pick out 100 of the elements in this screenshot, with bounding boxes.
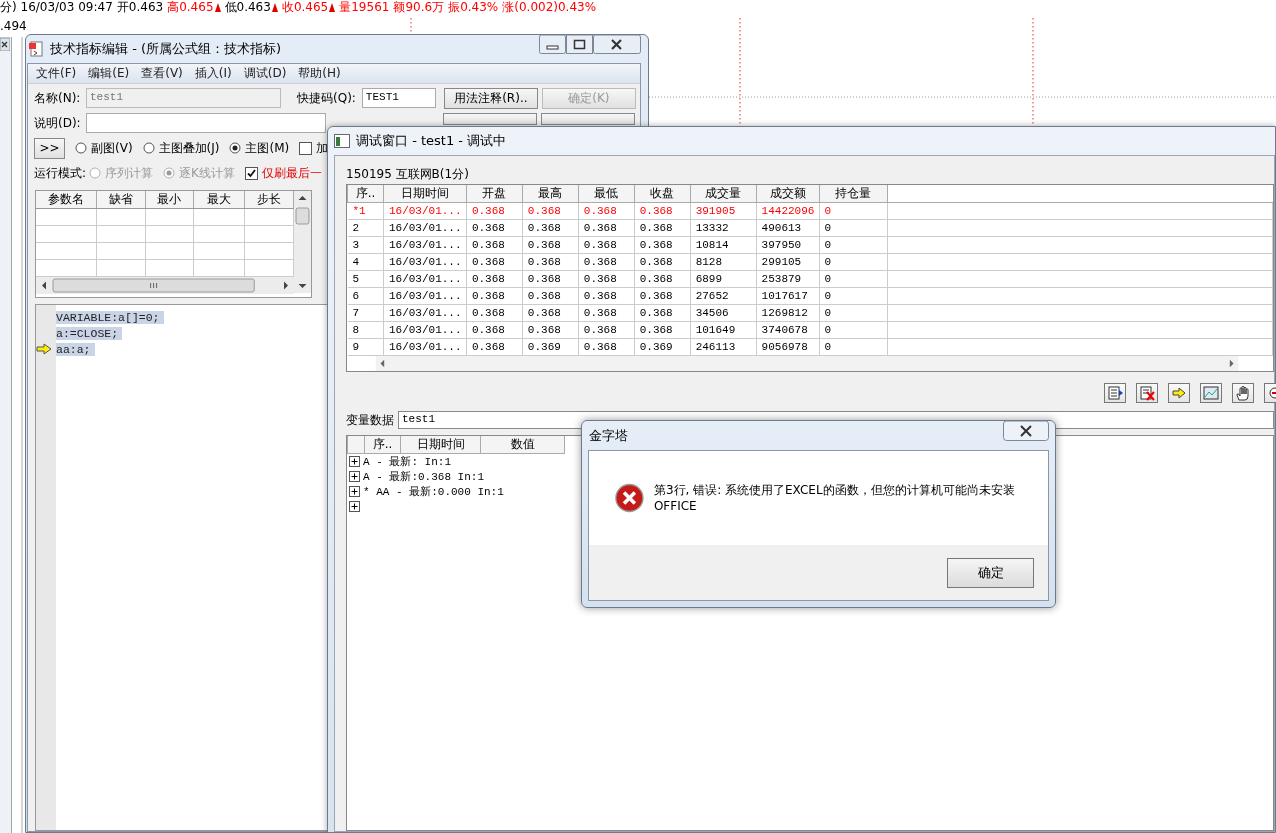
table-cell: 397950 <box>756 236 820 254</box>
table-cell: 0.368 <box>634 236 691 254</box>
variable-row-text: A - 最新:0.368 In:1 <box>363 470 485 484</box>
radio-label: 逐K线计算 <box>179 164 235 182</box>
table-cell: 0.368 <box>522 236 579 254</box>
table-cell: 0.368 <box>578 270 635 288</box>
quote-text: 振0.43% <box>448 0 499 16</box>
table-cell: 0.368 <box>634 304 691 322</box>
table-cell: 0 <box>819 202 888 220</box>
table-cell: 0 <box>819 321 888 339</box>
menu-item[interactable]: 文件(F) <box>30 65 83 82</box>
column-header[interactable]: 成交额 <box>756 185 820 203</box>
table-cell: 8128 <box>690 253 757 271</box>
error-message: 第3行, 错误: 系统使用了EXCEL的函数，但您的计算机可能尚未安装OFFICE <box>653 482 1016 514</box>
table-cell: 0.368 <box>578 219 635 237</box>
table-cell: 9056978 <box>756 338 820 356</box>
quote-text: 额90.6万 <box>393 0 445 16</box>
table-cell: 2 <box>347 219 384 237</box>
table-cell: 0.368 <box>634 287 691 305</box>
table-cell: 0.368 <box>522 321 579 339</box>
table-cell: 0.368 <box>466 321 523 339</box>
table-cell: 0.368 <box>634 253 691 271</box>
column-header: 步长 <box>244 191 294 209</box>
table-cell: 16/03/01... <box>383 321 467 339</box>
table-cell: 0.368 <box>466 236 523 254</box>
column-header[interactable]: 成交量 <box>690 185 757 203</box>
table-cell: 16/03/01... <box>383 304 467 322</box>
window-title: 调试窗口 - test1 - 调试中 <box>356 132 507 150</box>
table-cell: 0.368 <box>578 321 635 339</box>
variable-row-text: * AA - 最新:0.000 In:1 <box>363 485 504 499</box>
table-cell: 0.368 <box>522 219 579 237</box>
quote-text: 高0.465 <box>167 0 214 16</box>
table-cell: 0.368 <box>578 236 635 254</box>
radio-label: 副图(V) <box>91 139 133 157</box>
table-cell: 16/03/01... <box>383 287 467 305</box>
table-cell: 8 <box>347 321 384 339</box>
table-cell: 0.368 <box>466 338 523 356</box>
field-label: 变量数据 <box>346 411 394 429</box>
table-cell: 3 <box>347 236 384 254</box>
table-cell: 14422096 <box>756 202 820 220</box>
table-cell: 16/03/01... <box>383 202 467 220</box>
table-cell: 1017617 <box>756 287 820 305</box>
name-field[interactable]: test1 <box>86 88 281 108</box>
table-cell: 0 <box>819 236 888 254</box>
table-cell: 0.368 <box>634 219 691 237</box>
menu-item[interactable]: 编辑(E) <box>82 65 136 82</box>
table-cell: 0.368 <box>466 304 523 322</box>
table-cell: 16/03/01... <box>383 270 467 288</box>
table-cell: 0.368 <box>466 253 523 271</box>
expand-button[interactable]: >> <box>34 137 65 159</box>
table-cell: 16/03/01... <box>383 338 467 356</box>
quote-text: 涨(0.002)0.43% <box>502 0 597 16</box>
table-cell: 7 <box>347 304 384 322</box>
table-cell: 10814 <box>690 236 757 254</box>
variable-row-text: A - 最新: In:1 <box>363 455 451 469</box>
hotkey-field[interactable]: TEST1 <box>361 88 436 108</box>
table-cell: 0.368 <box>634 270 691 288</box>
column-header[interactable]: 日期时间 <box>383 185 467 203</box>
radio-label: 主图(M) <box>245 139 290 157</box>
ok-button[interactable]: 确定 <box>947 557 1034 588</box>
column-header[interactable]: 序.. <box>364 436 401 454</box>
menu-item[interactable]: 帮助(H) <box>292 65 347 82</box>
menu-item[interactable]: 调试(D) <box>237 65 293 82</box>
instrument-label: 150195 互联网B(1分) <box>346 166 470 182</box>
column-header[interactable]: 开盘 <box>466 185 523 203</box>
column-header[interactable]: 最高 <box>522 185 579 203</box>
menu-item[interactable]: 查看(V) <box>135 65 189 82</box>
table-cell: 0.368 <box>466 287 523 305</box>
column-header[interactable]: 最低 <box>578 185 635 203</box>
table-cell: 0.369 <box>634 338 691 356</box>
table-cell: 0.368 <box>522 202 579 220</box>
table-cell: 6 <box>347 287 384 305</box>
table-cell: 391905 <box>690 202 757 220</box>
table-cell: 0.368 <box>578 202 635 220</box>
table-cell: 4 <box>347 253 384 271</box>
column-header: 参数名 <box>36 191 97 209</box>
table-cell: 16/03/01... <box>383 219 467 237</box>
dialog-button[interactable]: 用法注释(R).. <box>443 87 538 109</box>
column-header[interactable]: 日期时间 <box>400 436 481 454</box>
column-header[interactable]: 持仓量 <box>819 185 888 203</box>
column-header[interactable]: 序.. <box>347 185 384 203</box>
dialog-title: 金字塔 <box>589 426 628 445</box>
checkbox-label: 加 <box>316 139 329 157</box>
table-cell: 0.368 <box>634 202 691 220</box>
column-header: 最小 <box>145 191 194 209</box>
table-cell: 0 <box>819 338 888 356</box>
table-cell: 0.368 <box>578 304 635 322</box>
table-cell: 0 <box>819 304 888 322</box>
column-header[interactable]: 数值 <box>480 436 565 454</box>
quote-text: 分) 16/03/03 09:47 <box>0 0 113 16</box>
table-cell: 13332 <box>690 219 757 237</box>
menu-item[interactable]: 插入(I) <box>188 65 238 82</box>
table-cell: 0.368 <box>466 202 523 220</box>
table-cell: 490613 <box>756 219 820 237</box>
column-header[interactable]: 收盘 <box>634 185 691 203</box>
table-cell: 0.368 <box>522 304 579 322</box>
radio-label: 主图叠加(J) <box>158 139 220 157</box>
table-cell: 299105 <box>756 253 820 271</box>
table-cell: 0.368 <box>634 321 691 339</box>
table-cell: 0.368 <box>522 270 579 288</box>
